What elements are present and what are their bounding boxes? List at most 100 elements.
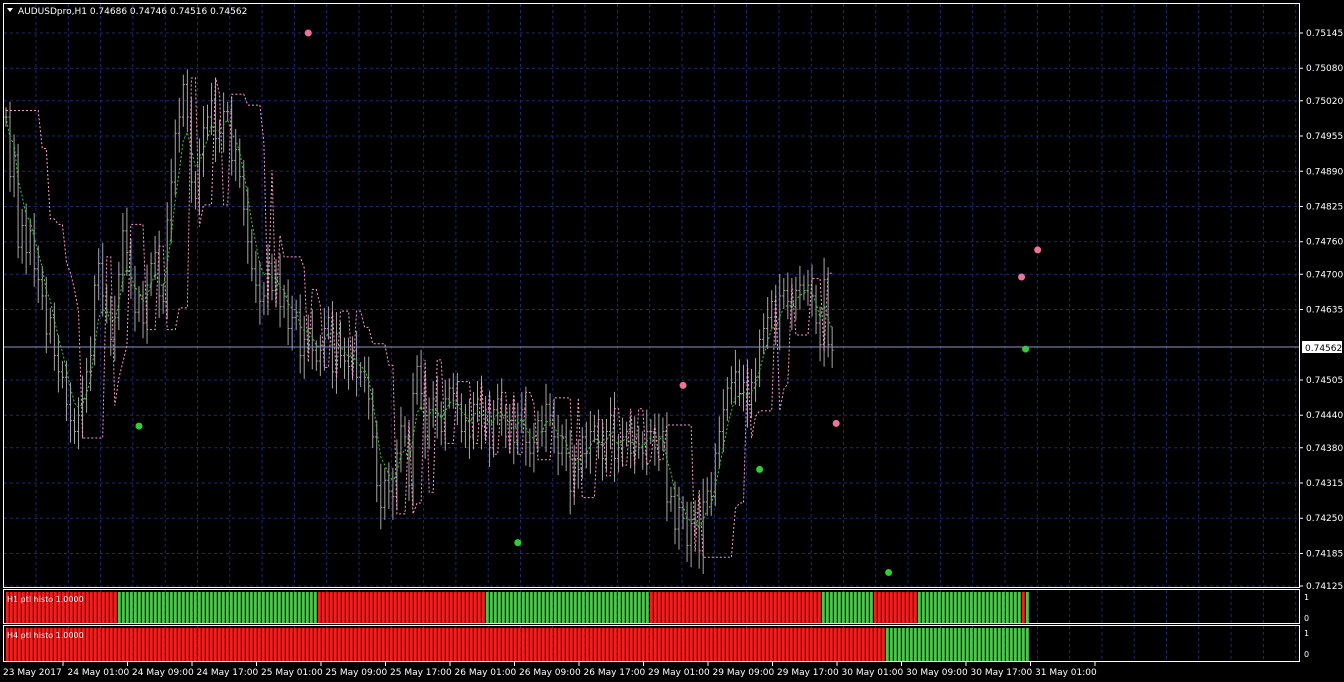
- h4-histo-bar: [990, 628, 993, 661]
- time-tick-label: 30 May 01:00: [842, 668, 904, 678]
- h1-histo-bar: [698, 592, 701, 623]
- h4-histo-bar: [910, 628, 913, 661]
- h1-histo-bar: [1018, 592, 1021, 623]
- h1-histo-bar: [898, 592, 901, 623]
- low-signal-dot: [756, 465, 764, 473]
- h4-histo-bar: [874, 628, 877, 661]
- h1-histo-bar: [390, 592, 393, 623]
- h4-histo-bar: [358, 628, 361, 661]
- h4-histo-bar: [878, 628, 881, 661]
- h1-histo-bar: [890, 592, 893, 623]
- h1-histo-bar: [946, 592, 949, 623]
- h4-histo-bar: [298, 628, 301, 661]
- h1-histo-bar: [98, 592, 101, 623]
- price-tick-label: 0.75080: [1306, 64, 1343, 74]
- main-chart-area[interactable]: [3, 3, 1300, 588]
- h1-histo-bar: [382, 592, 385, 623]
- h1-histo-bar: [254, 592, 257, 623]
- h1-histo-bar: [206, 592, 209, 623]
- h4-histo-bar: [750, 628, 753, 661]
- h1-histo-bar: [110, 592, 113, 623]
- h4-histo-bar: [890, 628, 893, 661]
- h1-histo-bar: [1014, 592, 1017, 623]
- time-axis[interactable]: 23 May 2017 24 May 01:00 24 May 09:00 24 Ma…: [3, 662, 1097, 678]
- h1-histo-bar: [910, 592, 913, 623]
- h4-histo-bar: [354, 628, 357, 661]
- h1-histo-bar: [686, 592, 689, 623]
- h4-histo-bar: [206, 628, 209, 661]
- h1-histo-bar: [1010, 592, 1013, 623]
- price-tick-label: 0.74185: [1306, 549, 1343, 559]
- low-signal-dot: [135, 422, 143, 430]
- h1-histo-bar: [518, 592, 521, 623]
- h4-histo-bar: [154, 628, 157, 661]
- h4-histo-bar: [346, 628, 349, 661]
- time-tick-label: 25 May 17:00: [390, 668, 452, 678]
- h1-histo-bar: [750, 592, 753, 623]
- h1-histo-bar: [618, 592, 621, 623]
- h4-histo-bar: [394, 628, 397, 661]
- h1-histo-bar: [970, 592, 973, 623]
- h4-scale-bottom: 0: [1304, 650, 1309, 659]
- h1-histo-bar: [494, 592, 497, 623]
- h4-histo-bar: [442, 628, 445, 661]
- h1-histo-bar: [198, 592, 201, 623]
- h4-histo-bar: [210, 628, 213, 661]
- h1-histo-bar: [166, 592, 169, 623]
- h1-histo-bar: [858, 592, 861, 623]
- h4-histo-bar: [762, 628, 765, 661]
- h4-histo-bar: [242, 628, 245, 661]
- h4-histo-bar: [802, 628, 805, 661]
- h1-histo-bar: [174, 592, 177, 623]
- price-axis[interactable]: 0.75145 0.75080 0.75020 0.74955 0.74890 0.748…: [1299, 29, 1343, 592]
- h1-histo-bar: [630, 592, 633, 623]
- h1-histo-bar: [790, 592, 793, 623]
- h1-histo-bar: [562, 592, 565, 623]
- h1-histo-bar: [458, 592, 461, 623]
- h1-histo-bar: [778, 592, 781, 623]
- h1-histo-bar: [462, 592, 465, 623]
- high-signal-dot: [1018, 273, 1026, 281]
- h4-histo-bar: [522, 628, 525, 661]
- h4-histo-bar: [282, 628, 285, 661]
- h4-histo-bar: [814, 628, 817, 661]
- h4-histo-bar: [470, 628, 473, 661]
- h4-histo-bar: [162, 628, 165, 661]
- h4-histo-bar: [182, 628, 185, 661]
- price-tick-label: 0.74890: [1306, 167, 1343, 177]
- h4-histo-bar: [422, 628, 425, 661]
- h4-histo-bar: [458, 628, 461, 661]
- trading-chart[interactable]: AUDUSDpro,H1 0.74686 0.74746 0.74516 0.7…: [0, 0, 1344, 682]
- h4-histo-bar: [558, 628, 561, 661]
- h1-histo-bar: [874, 592, 877, 623]
- h4-histo-bar: [286, 628, 289, 661]
- h4-histo-bar: [270, 628, 273, 661]
- current-price-label: 0.74562: [1305, 344, 1342, 354]
- h4-histo-bar: [706, 628, 709, 661]
- h4-histo-bar: [598, 628, 601, 661]
- h1-histo-bar: [542, 592, 545, 623]
- h1-histo-bar: [218, 592, 221, 623]
- h1-histo-bar: [214, 592, 217, 623]
- h1-histo-bar: [190, 592, 193, 623]
- h1-histo-bar: [402, 592, 405, 623]
- price-tick-label: 0.74250: [1306, 514, 1343, 524]
- h4-histo-bar: [574, 628, 577, 661]
- h1-histo-bar: [634, 592, 637, 623]
- h1-histo-bar: [682, 592, 685, 623]
- h4-histo-bar: [502, 628, 505, 661]
- h4-histo-bar: [898, 628, 901, 661]
- time-tick-label: 26 May 09:00: [519, 668, 581, 678]
- h4-histo-bar: [250, 628, 253, 661]
- h4-histo-bar: [382, 628, 385, 661]
- h1-histo-bar: [482, 592, 485, 623]
- h4-histo-bar: [682, 628, 685, 661]
- h1-histo-bar: [374, 592, 377, 623]
- time-tick-label: 29 May 09:00: [713, 668, 775, 678]
- h1-histo-bar: [270, 592, 273, 623]
- h4-histo-bar: [774, 628, 777, 661]
- h1-histo-bar: [982, 592, 985, 623]
- h1-histo-bar: [558, 592, 561, 623]
- h4-histo-bar: [582, 628, 585, 661]
- h4-histo-bar: [830, 628, 833, 661]
